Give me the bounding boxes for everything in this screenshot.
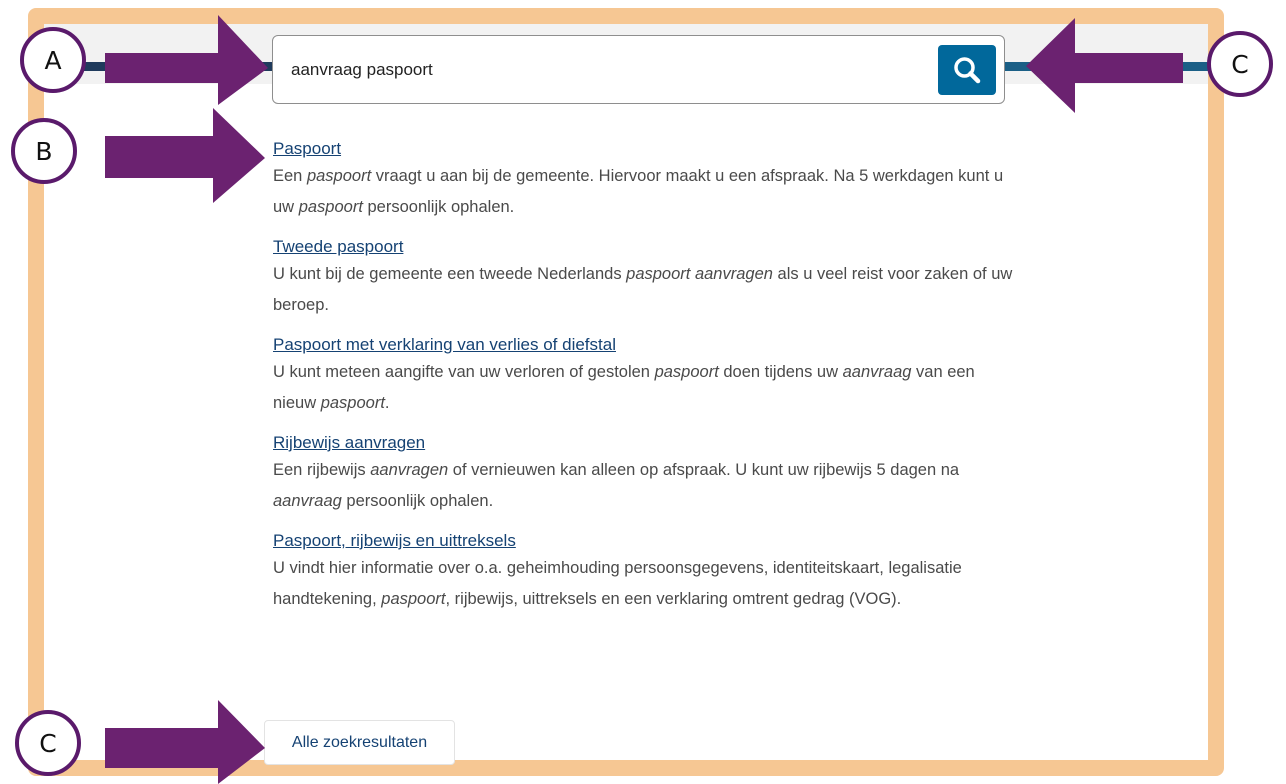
annotation-label-c-bottom: C <box>15 710 81 776</box>
arrow-c-top <box>1026 18 1183 113</box>
annotation-arrows <box>105 15 1183 784</box>
annotation-label-b: B <box>11 118 77 184</box>
arrow-c-bottom <box>105 700 265 784</box>
annotation-label-a: A <box>20 27 86 93</box>
arrow-b <box>105 108 265 203</box>
arrow-a <box>105 15 268 105</box>
annotation-label-c-top: C <box>1207 31 1273 97</box>
